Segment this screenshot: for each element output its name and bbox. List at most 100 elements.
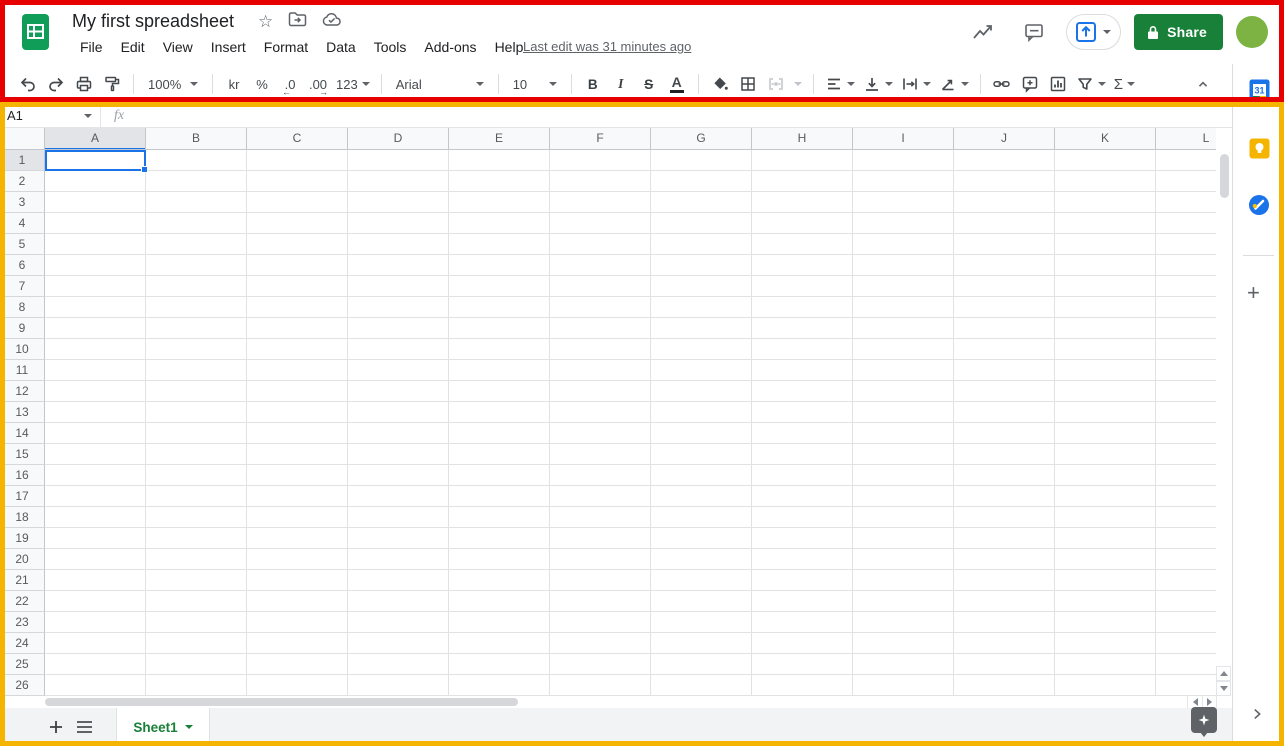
account-avatar[interactable] bbox=[1236, 16, 1268, 48]
formula-input[interactable] bbox=[137, 104, 1232, 127]
row-header[interactable]: 8 bbox=[0, 297, 45, 318]
merge-cells-button[interactable] bbox=[763, 71, 789, 97]
horizontal-scrollbar-thumb[interactable] bbox=[45, 698, 518, 706]
row-header[interactable]: 21 bbox=[0, 570, 45, 591]
italic-button[interactable]: I bbox=[608, 71, 634, 97]
strikethrough-button[interactable]: S bbox=[636, 71, 662, 97]
row-header[interactable]: 2 bbox=[0, 171, 45, 192]
calendar-icon[interactable]: 31 bbox=[1248, 78, 1270, 100]
row-header[interactable]: 23 bbox=[0, 612, 45, 633]
row-header[interactable]: 12 bbox=[0, 381, 45, 402]
text-color-button[interactable]: A bbox=[664, 71, 690, 97]
column-header[interactable]: H bbox=[752, 128, 853, 149]
move-to-folder-icon[interactable] bbox=[288, 11, 307, 32]
row-header[interactable]: 14 bbox=[0, 423, 45, 444]
sheet-tab-sheet1[interactable]: Sheet1 bbox=[116, 708, 210, 746]
functions-button[interactable]: Σ bbox=[1111, 71, 1138, 97]
row-header[interactable]: 24 bbox=[0, 633, 45, 654]
format-currency-button[interactable]: kr bbox=[221, 71, 247, 97]
row-header[interactable]: 19 bbox=[0, 528, 45, 549]
menu-item[interactable]: Data bbox=[317, 37, 365, 57]
row-header[interactable]: 4 bbox=[0, 213, 45, 234]
document-title[interactable]: My first spreadsheet bbox=[72, 11, 234, 32]
filter-button[interactable] bbox=[1073, 71, 1109, 97]
borders-button[interactable] bbox=[735, 71, 761, 97]
redo-button[interactable] bbox=[43, 71, 69, 97]
explore-button[interactable] bbox=[1191, 707, 1217, 737]
row-header[interactable]: 25 bbox=[0, 654, 45, 675]
column-header[interactable]: K bbox=[1055, 128, 1156, 149]
vertical-scrollbar-thumb[interactable] bbox=[1220, 154, 1229, 198]
scroll-down-button[interactable] bbox=[1216, 681, 1231, 696]
row-header[interactable]: 5 bbox=[0, 234, 45, 255]
insert-comment-button[interactable] bbox=[1017, 71, 1043, 97]
column-header[interactable]: I bbox=[853, 128, 954, 149]
insights-icon[interactable] bbox=[964, 13, 1002, 51]
row-header[interactable]: 3 bbox=[0, 192, 45, 213]
star-icon[interactable]: ☆ bbox=[258, 12, 273, 32]
insert-link-button[interactable] bbox=[989, 71, 1015, 97]
column-header[interactable]: L bbox=[1156, 128, 1216, 149]
insert-chart-button[interactable] bbox=[1045, 71, 1071, 97]
text-wrap-button[interactable] bbox=[898, 71, 934, 97]
menu-item[interactable]: View bbox=[154, 37, 202, 57]
row-header[interactable]: 22 bbox=[0, 591, 45, 612]
fill-color-button[interactable] bbox=[707, 71, 733, 97]
column-header[interactable]: J bbox=[954, 128, 1055, 149]
row-header[interactable]: 10 bbox=[0, 339, 45, 360]
column-header[interactable]: C bbox=[247, 128, 348, 149]
present-button[interactable] bbox=[1066, 14, 1122, 50]
row-header[interactable]: 7 bbox=[0, 276, 45, 297]
select-all-corner[interactable] bbox=[0, 128, 45, 150]
row-header[interactable]: 18 bbox=[0, 507, 45, 528]
zoom-select[interactable]: 100% bbox=[142, 71, 204, 97]
menu-item[interactable]: File bbox=[71, 37, 112, 57]
print-button[interactable] bbox=[71, 71, 97, 97]
collapse-toolbar-icon[interactable] bbox=[1190, 71, 1216, 97]
scroll-up-button[interactable] bbox=[1216, 666, 1231, 681]
format-percent-button[interactable]: % bbox=[249, 71, 275, 97]
increase-decimal-button[interactable]: .00 → bbox=[305, 71, 331, 98]
row-header[interactable]: 6 bbox=[0, 255, 45, 276]
sheet-tab-menu-caret[interactable] bbox=[184, 725, 193, 729]
more-formats-button[interactable]: 123 bbox=[333, 71, 373, 97]
horizontal-align-button[interactable] bbox=[822, 71, 858, 97]
share-button[interactable]: Share bbox=[1134, 14, 1223, 50]
selection-box[interactable] bbox=[45, 150, 146, 171]
row-header[interactable]: 9 bbox=[0, 318, 45, 339]
column-header[interactable]: F bbox=[550, 128, 651, 149]
font-size-select[interactable]: 10 bbox=[507, 71, 563, 97]
column-header[interactable]: D bbox=[348, 128, 449, 149]
font-family-select[interactable]: Arial bbox=[390, 71, 490, 97]
fill-handle[interactable] bbox=[141, 166, 148, 173]
collapse-panel-icon[interactable] bbox=[1249, 706, 1265, 727]
column-header[interactable]: G bbox=[651, 128, 752, 149]
name-box[interactable]: A1 bbox=[0, 104, 100, 127]
row-header[interactable]: 20 bbox=[0, 549, 45, 570]
row-header[interactable]: 26 bbox=[0, 675, 45, 696]
cloud-saved-icon[interactable] bbox=[322, 12, 342, 32]
present-dropdown-caret[interactable] bbox=[1103, 30, 1112, 34]
tasks-icon[interactable] bbox=[1248, 194, 1270, 216]
column-header[interactable]: B bbox=[146, 128, 247, 149]
merge-dropdown-caret[interactable] bbox=[793, 82, 802, 86]
row-header[interactable]: 11 bbox=[0, 360, 45, 381]
row-header[interactable]: 1 bbox=[0, 150, 45, 171]
row-header[interactable]: 13 bbox=[0, 402, 45, 423]
menu-item[interactable]: Edit bbox=[112, 37, 154, 57]
keep-icon[interactable] bbox=[1248, 137, 1270, 159]
all-sheets-button[interactable] bbox=[70, 713, 98, 741]
menu-item[interactable]: Add-ons bbox=[415, 37, 485, 57]
text-rotation-button[interactable] bbox=[936, 71, 972, 97]
menu-item[interactable]: Tools bbox=[365, 37, 416, 57]
vertical-align-button[interactable] bbox=[860, 71, 896, 97]
spreadsheet-cells[interactable] bbox=[45, 150, 1216, 696]
paint-format-button[interactable] bbox=[99, 71, 125, 97]
row-header[interactable]: 17 bbox=[0, 486, 45, 507]
undo-button[interactable] bbox=[15, 71, 41, 97]
menu-item[interactable]: Format bbox=[255, 37, 317, 57]
decrease-decimal-button[interactable]: .0 ← bbox=[277, 71, 303, 98]
comment-history-icon[interactable] bbox=[1015, 13, 1053, 51]
menu-item[interactable]: Insert bbox=[202, 37, 255, 57]
add-sheet-button[interactable] bbox=[42, 713, 70, 741]
